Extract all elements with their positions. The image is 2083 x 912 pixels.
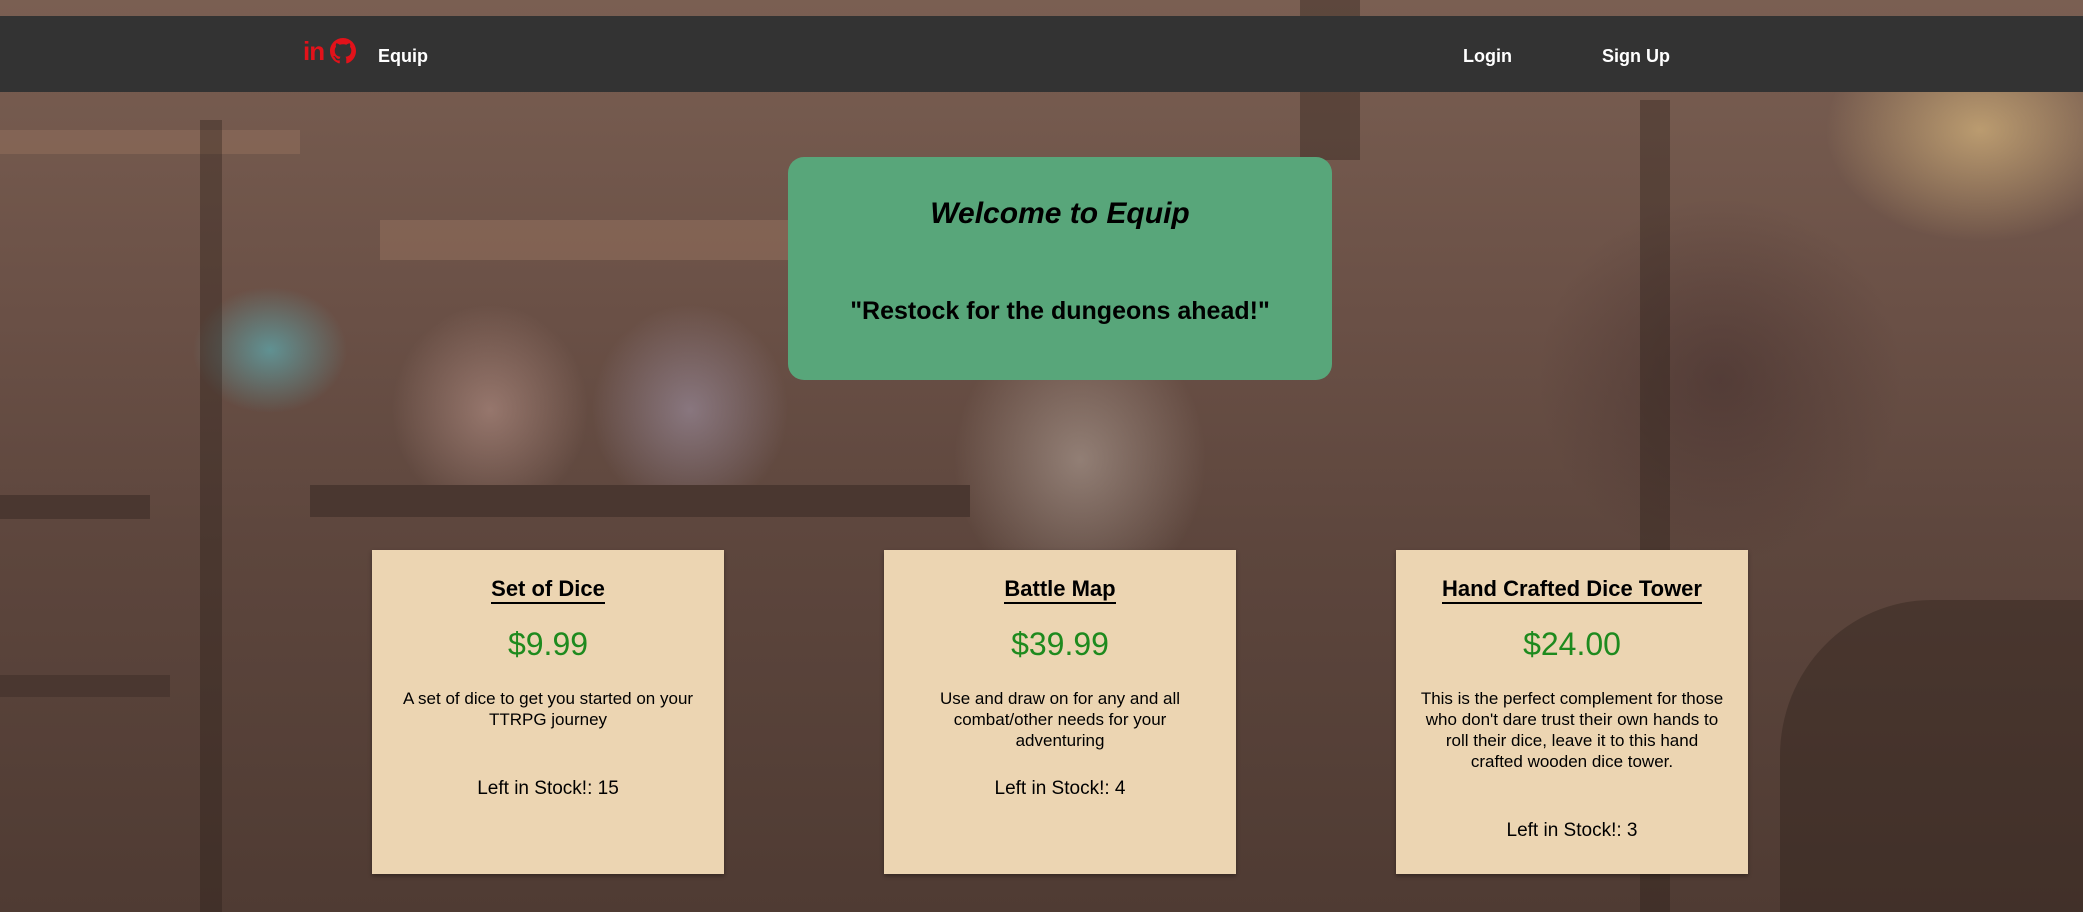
product-card[interactable]: Hand Crafted Dice Tower $24.00 This is t… [1396, 550, 1748, 874]
product-price: $39.99 [1011, 626, 1109, 662]
navbar: in Equip Login Sign Up [0, 16, 2083, 92]
login-link[interactable]: Login [1463, 46, 1512, 67]
product-description: A set of dice to get you started on your… [402, 689, 694, 729]
product-description: Use and draw on for any and all combat/o… [939, 689, 1181, 750]
product-name: Set of Dice [372, 576, 724, 604]
welcome-tagline: "Restock for the dungeons ahead!" [850, 297, 1270, 325]
product-stock: Left in Stock!: 4 [994, 778, 1126, 799]
welcome-title: Welcome to Equip [930, 197, 1190, 230]
product-stock: Left in Stock!: 15 [477, 778, 619, 799]
product-stock: Left in Stock!: 3 [1506, 820, 1638, 841]
product-price: $9.99 [507, 626, 589, 662]
social-icons: in [303, 38, 357, 64]
github-icon[interactable] [330, 38, 357, 64]
product-price: $24.00 [1523, 626, 1621, 662]
product-description: This is the perfect complement for those… [1420, 689, 1724, 771]
product-name: Hand Crafted Dice Tower [1396, 576, 1748, 604]
product-name: Battle Map [884, 576, 1236, 604]
product-card[interactable]: Battle Map $39.99 Use and draw on for an… [884, 550, 1236, 874]
welcome-banner: Welcome to Equip "Restock for the dungeo… [788, 157, 1332, 380]
linkedin-icon[interactable]: in [303, 38, 325, 64]
signup-link[interactable]: Sign Up [1602, 46, 1670, 67]
product-card[interactable]: Set of Dice $9.99 A set of dice to get y… [372, 550, 724, 874]
brand-link[interactable]: Equip [378, 46, 428, 67]
